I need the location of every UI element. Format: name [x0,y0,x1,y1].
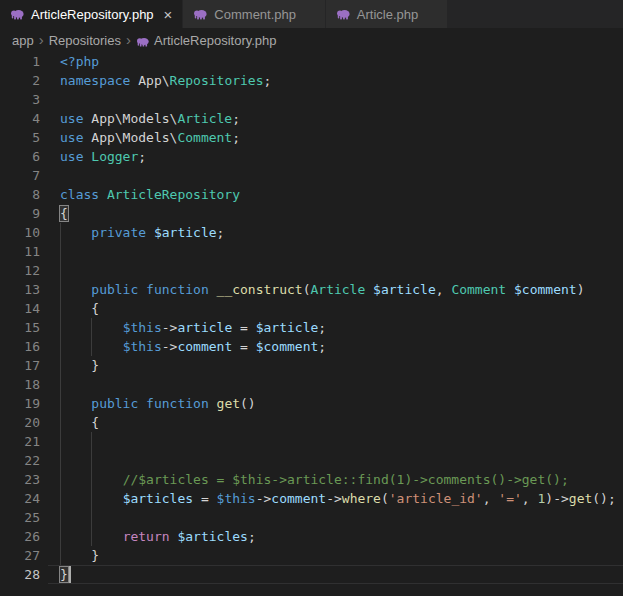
code-text: } [60,565,68,584]
code-line-7[interactable]: 7 [0,166,623,185]
line-number: 23 [0,470,40,489]
line-number: 3 [0,90,40,109]
line-number: 27 [0,546,40,565]
code-text: } [60,546,99,565]
line-number: 13 [0,280,40,299]
breadcrumb-item-repositories[interactable]: Repositories [49,33,121,48]
line-number: 4 [0,109,40,128]
line-number: 15 [0,318,40,337]
code-line-14[interactable]: 14 { [0,299,623,318]
line-number: 22 [0,451,40,470]
code-text: { [60,204,68,223]
line-number: 17 [0,356,40,375]
code-text: public function get() [60,394,256,413]
line-number: 14 [0,299,40,318]
code-text: use App\Models\Comment; [60,128,240,147]
code-line-1[interactable]: 1 <?php [0,52,623,71]
code-line-16[interactable]: 16 $this->comment = $comment; [0,337,623,356]
code-text: namespace App\Repositories; [60,71,271,90]
code-text: public function __construct(Article $art… [60,280,584,299]
php-elephant-icon [10,7,25,22]
php-elephant-icon [136,35,150,49]
text-cursor [69,566,71,583]
code-line-4[interactable]: 4 use App\Models\Article; [0,109,623,128]
code-text: //$articles = $this->article::find(1)->c… [60,470,569,489]
code-line-12[interactable]: 12 [0,261,623,280]
breadcrumb: app › Repositories › ArticleRepository.php [0,28,623,52]
code-line-21[interactable]: 21 [0,432,623,451]
line-number: 18 [0,375,40,394]
code-line-20[interactable]: 20 { [0,413,623,432]
code-line-13[interactable]: 13 public function __construct(Article $… [0,280,623,299]
line-number: 10 [0,223,40,242]
code-text: class ArticleRepository [60,185,240,204]
tab-articlerepository-php[interactable]: ArticleRepository.php × [0,0,182,28]
code-text: } [60,356,99,375]
line-number: 9 [0,204,40,223]
code-line-5[interactable]: 5 use App\Models\Comment; [0,128,623,147]
code-line-3[interactable]: 3 [0,90,623,109]
php-elephant-icon [193,7,208,22]
line-number: 5 [0,128,40,147]
code-line-27[interactable]: 27 } [0,546,623,565]
code-line-10[interactable]: 10 private $article; [0,223,623,242]
code-editor[interactable]: 1 <?php 2 namespace App\Repositories; 34 use … [0,52,623,596]
line-number: 25 [0,508,40,527]
code-line-11[interactable]: 11 [0,242,623,261]
line-number: 7 [0,166,40,185]
line-number: 20 [0,413,40,432]
line-number: 21 [0,432,40,451]
code-line-17[interactable]: 17 } [0,356,623,375]
code-line-23[interactable]: 23 //$articles = $this->article::find(1)… [0,470,623,489]
line-number: 11 [0,242,40,261]
breadcrumb-item-articlerepository-php[interactable]: ArticleRepository.php [154,33,277,48]
tab-label: Comment.php [214,7,296,22]
tab-bar: ArticleRepository.php×Comment.php×Articl… [0,0,623,28]
code-text: use App\Models\Article; [60,109,240,128]
code-line-2[interactable]: 2 namespace App\Repositories; [0,71,623,90]
tab-comment-php[interactable]: Comment.php× [183,0,324,28]
code-line-8[interactable]: 8 class ArticleRepository [0,185,623,204]
line-number: 2 [0,71,40,90]
line-number: 16 [0,337,40,356]
close-icon[interactable]: × [164,7,173,22]
code-text: { [60,299,99,318]
code-line-22[interactable]: 22 [0,451,623,470]
chevron-right-icon: › [39,31,44,48]
line-number: 6 [0,147,40,166]
line-number: 28 [0,565,40,584]
line-number: 24 [0,489,40,508]
code-text: $this->article = $article; [60,318,326,337]
tab-label: Article.php [357,7,418,22]
php-elephant-icon [336,7,351,22]
line-number: 19 [0,394,40,413]
code-line-15[interactable]: 15 $this->article = $article; [0,318,623,337]
code-line-9[interactable]: 9{ [0,204,623,223]
tab-article-php[interactable]: Article.php× [326,0,447,28]
tab-label: ArticleRepository.php [31,7,154,22]
code-line-6[interactable]: 6 use Logger; [0,147,623,166]
code-line-18[interactable]: 18 [0,375,623,394]
line-number: 1 [0,52,40,71]
code-text: use Logger; [60,147,146,166]
breadcrumb-item-app[interactable]: app [12,33,34,48]
line-number: 8 [0,185,40,204]
code-text: $articles = $this->comment->where('artic… [60,489,616,508]
code-line-26[interactable]: 26 return $articles; [0,527,623,546]
line-number: 12 [0,261,40,280]
code-text: return $articles; [60,527,256,546]
code-line-25[interactable]: 25 [0,508,623,527]
code-text: private $article; [60,223,224,242]
code-line-24[interactable]: 24 $articles = $this->comment->where('ar… [0,489,623,508]
code-line-28[interactable]: 28} [0,565,623,584]
code-text: <?php [60,52,99,71]
code-line-19[interactable]: 19 public function get() [0,394,623,413]
code-text: { [60,413,99,432]
line-number: 26 [0,527,40,546]
chevron-right-icon: › [126,31,131,48]
code-text: $this->comment = $comment; [60,337,326,356]
